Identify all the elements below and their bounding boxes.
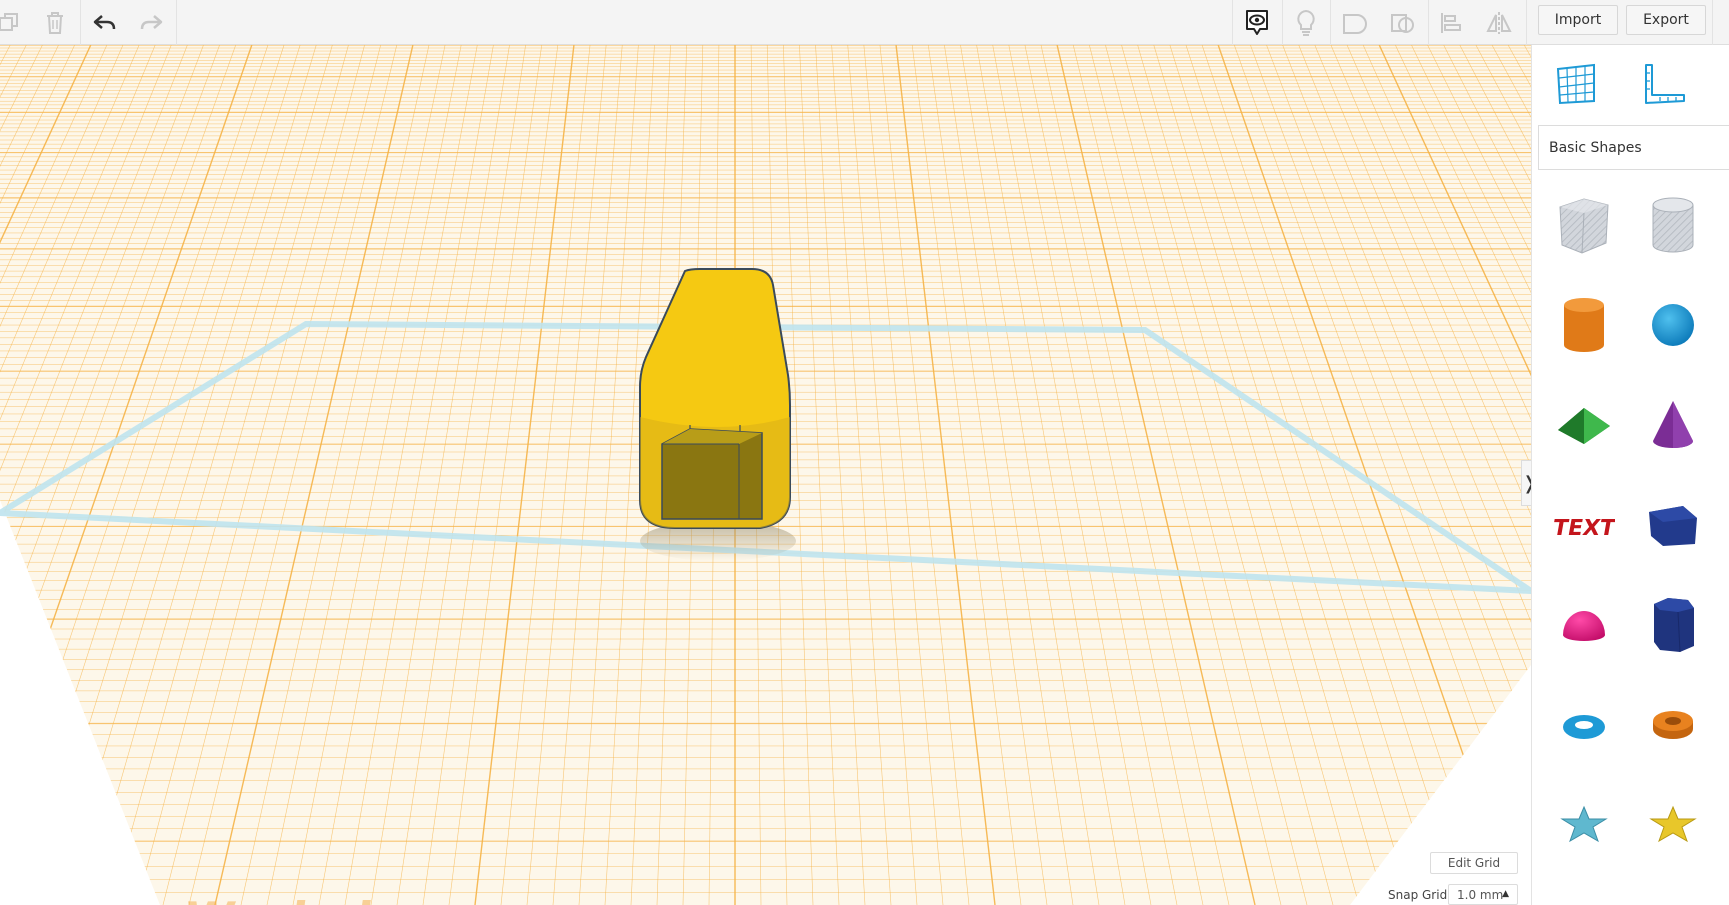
copy-icon[interactable] — [0, 6, 26, 40]
shape-cylinder[interactable] — [1549, 290, 1619, 360]
toolbar-divider — [80, 0, 81, 45]
shape-star-gold[interactable] — [1638, 790, 1708, 860]
workplane-grid — [0, 45, 1531, 905]
toolbar-divider — [1712, 0, 1713, 45]
notes-visibility-icon[interactable] — [1240, 6, 1274, 40]
shape-sphere[interactable] — [1638, 290, 1708, 360]
caret-up-icon: ▲ — [1502, 889, 1509, 899]
toolbar-divider — [176, 0, 177, 45]
category-label: Basic Shapes — [1549, 139, 1642, 156]
redo-icon[interactable] — [134, 6, 168, 40]
shape-box-hole[interactable] — [1549, 190, 1619, 260]
align-icon[interactable] — [1434, 6, 1468, 40]
toolbar-divider — [1330, 0, 1331, 45]
snap-grid-select[interactable]: 1.0 mm ▲ — [1448, 884, 1518, 905]
toolbar-divider — [1526, 0, 1527, 45]
toolbar-divider — [1232, 0, 1233, 45]
mirror-icon[interactable] — [1482, 6, 1516, 40]
shape-polygon[interactable] — [1638, 590, 1708, 660]
shape-cone[interactable] — [1638, 390, 1708, 460]
shape-category-select[interactable]: Basic Shapes — [1538, 125, 1729, 170]
snap-grid-label: Snap Grid — [1388, 888, 1448, 902]
ungroup-shape-icon[interactable] — [1386, 6, 1420, 40]
toolbar-divider — [1428, 0, 1429, 45]
shape-box[interactable] — [1638, 490, 1708, 560]
snap-grid-value: 1.0 mm — [1457, 887, 1504, 902]
export-button[interactable]: Export — [1626, 5, 1706, 35]
text-shape-label: TEXT — [1553, 515, 1615, 541]
workplane-viewport[interactable]: Workplane — [0, 45, 1531, 905]
shape-tube[interactable] — [1638, 690, 1708, 760]
lightbulb-icon[interactable] — [1289, 6, 1323, 40]
ruler-tool-icon[interactable] — [1640, 59, 1688, 107]
group-shape-icon[interactable] — [1338, 6, 1372, 40]
shape-star[interactable] — [1549, 790, 1619, 860]
workplane-label: Workplane — [181, 893, 475, 905]
shape-text[interactable]: TEXT — [1549, 490, 1619, 560]
edit-grid-button[interactable]: Edit Grid — [1430, 852, 1518, 874]
undo-icon[interactable] — [88, 6, 122, 40]
shape-panel: Basic Shapes TEXT — [1531, 45, 1729, 905]
shape-torus[interactable] — [1549, 690, 1619, 760]
trash-icon[interactable] — [38, 6, 72, 40]
workplane-tool-icon[interactable] — [1552, 59, 1600, 107]
shape-half-sphere[interactable] — [1549, 590, 1619, 660]
import-button[interactable]: Import — [1538, 5, 1618, 35]
toolbar: Import Export — [0, 0, 1729, 45]
toolbar-divider — [1282, 0, 1283, 45]
shape-cylinder-hole[interactable] — [1638, 190, 1708, 260]
shape-roof[interactable] — [1549, 390, 1619, 460]
